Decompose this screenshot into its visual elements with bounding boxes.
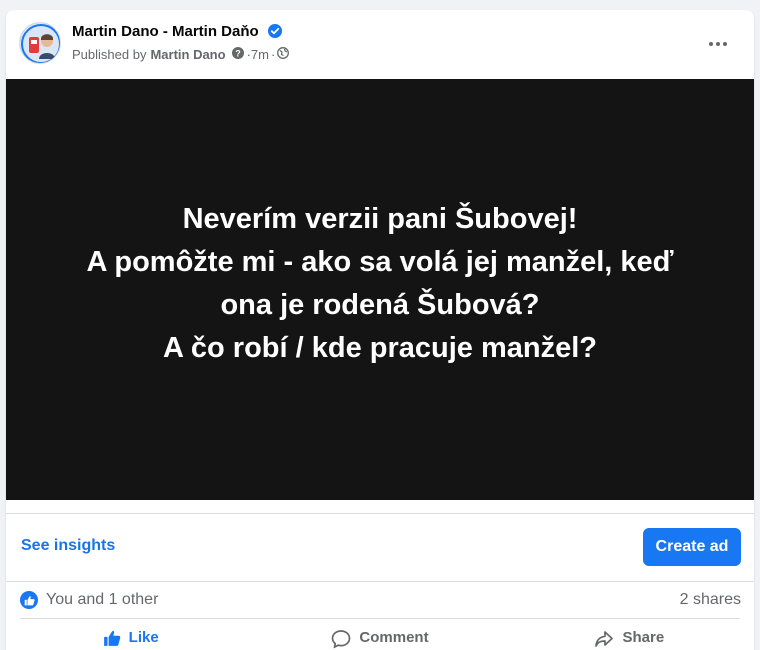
see-insights-link[interactable]: See insights xyxy=(21,537,115,555)
shares-count[interactable]: 2 shares xyxy=(680,591,741,609)
author-name-text[interactable]: Martin Dano - Martin Daňo xyxy=(72,23,259,40)
share-icon xyxy=(595,631,614,647)
publisher-name[interactable]: Martin Dano xyxy=(150,47,225,62)
insights-bar: See insights Create ad xyxy=(6,513,754,582)
reactions-count[interactable]: You and 1 other xyxy=(20,591,158,609)
meta-separator-2: · xyxy=(270,47,276,62)
like-reaction-icon xyxy=(20,591,38,609)
more-options-icon xyxy=(709,42,727,46)
verified-badge-icon xyxy=(267,24,282,42)
reactions-summary-text[interactable]: You and 1 other xyxy=(46,591,158,609)
svg-text:?: ? xyxy=(235,48,241,58)
share-button[interactable]: Share xyxy=(505,620,754,650)
author-name[interactable]: Martin Dano - Martin Daňo xyxy=(72,23,282,42)
post-card: Martin Dano - Martin Daňo Published by M… xyxy=(6,10,754,650)
comment-button[interactable]: Comment xyxy=(255,620,504,650)
question-icon[interactable]: ? xyxy=(231,47,244,62)
post-text-line: ona je rodená Šubová? xyxy=(220,288,540,321)
like-icon xyxy=(103,630,120,646)
post-header: Martin Dano - Martin Daňo Published by M… xyxy=(6,10,754,80)
post-text-line: A čo robí / kde pracuje manžel? xyxy=(162,331,598,364)
post-time[interactable]: 7m xyxy=(251,47,269,62)
post-text-line: Neverím verzii pani Šubovej! xyxy=(182,202,578,235)
post-meta: Published by Martin Dano ? · 7m · xyxy=(72,47,290,62)
post-image-text: Neverím verzii pani Šubovej! A pomôžte m… xyxy=(86,198,673,370)
comment-icon xyxy=(332,630,351,649)
like-button[interactable]: Like xyxy=(6,620,255,650)
create-ad-button[interactable]: Create ad xyxy=(643,528,741,566)
published-by-label: Published by xyxy=(72,47,147,62)
author-avatar[interactable] xyxy=(19,22,61,64)
post-actions: Like Comment Share xyxy=(6,620,754,650)
globe-icon xyxy=(277,47,290,62)
avatar-image xyxy=(20,23,60,63)
more-options-button[interactable] xyxy=(698,26,738,62)
post-text-line: A pomôžte mi - ako sa volá jej manžel, k… xyxy=(86,245,674,278)
divider xyxy=(20,618,740,619)
post-image[interactable]: Neverím verzii pani Šubovej! A pomôžte m… xyxy=(6,79,754,500)
reactions-summary: You and 1 other 2 shares xyxy=(6,581,754,619)
